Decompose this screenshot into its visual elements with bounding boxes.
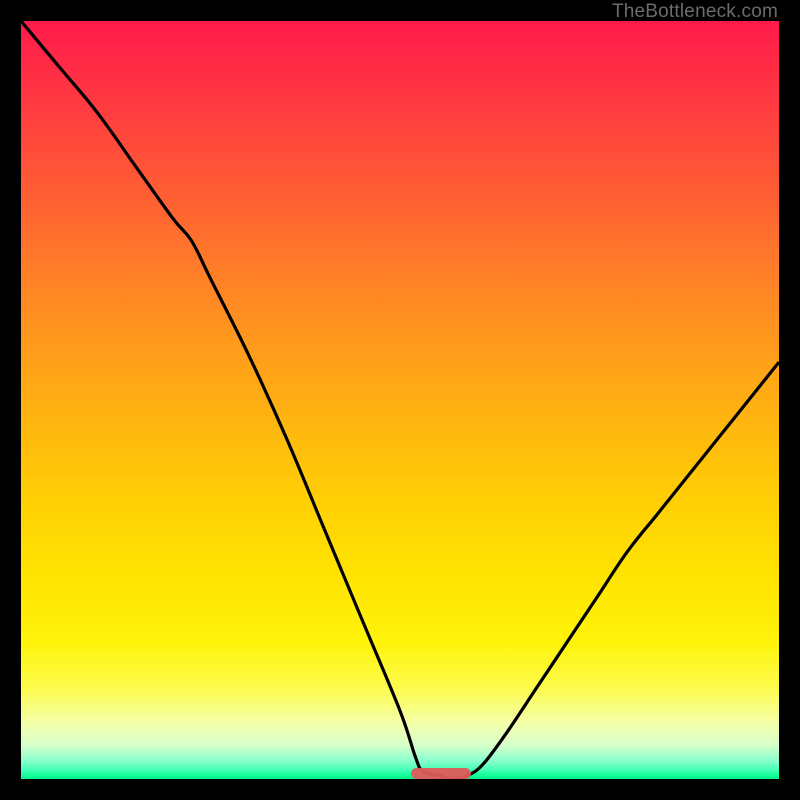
optimal-range-marker — [411, 768, 471, 779]
chart-frame: TheBottleneck.com — [0, 0, 800, 800]
plot-area — [21, 21, 779, 779]
watermark-text: TheBottleneck.com — [612, 1, 778, 23]
curve-path — [21, 21, 779, 779]
bottleneck-curve — [21, 21, 779, 779]
